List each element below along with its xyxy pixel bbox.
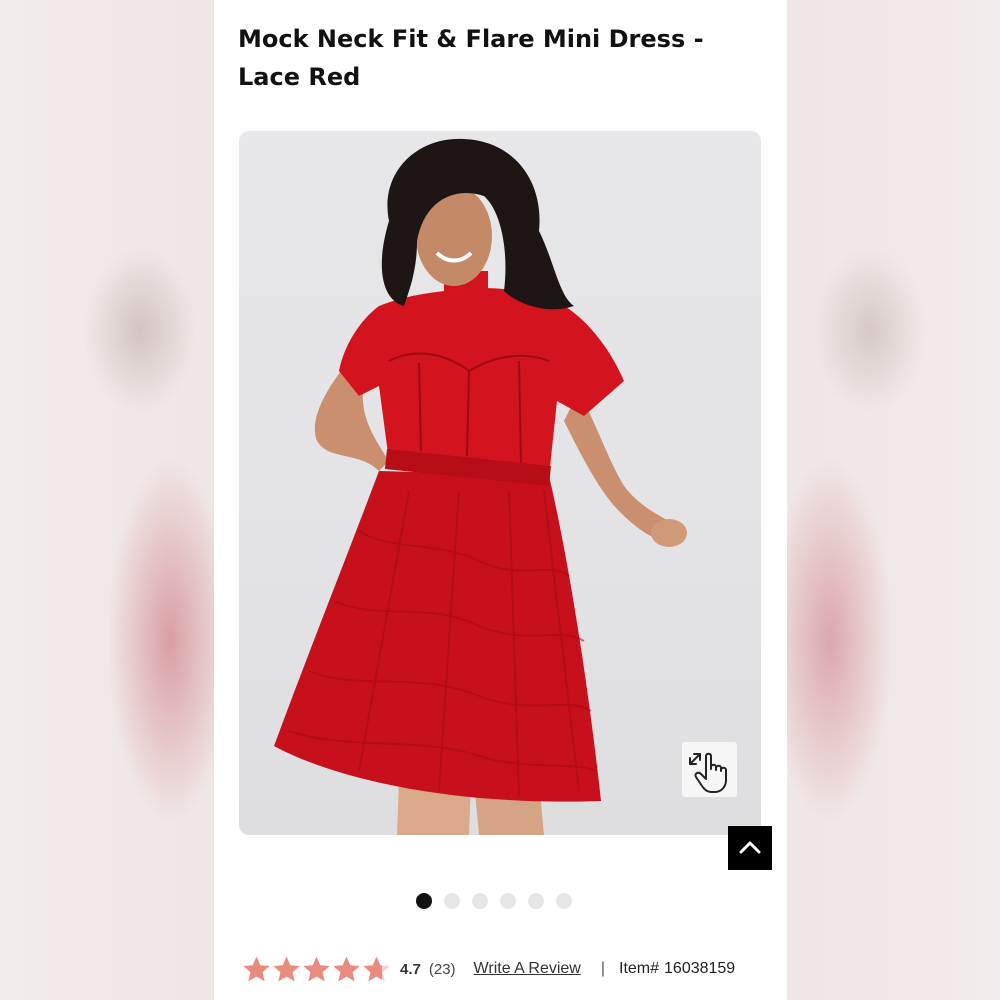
review-count[interactable]: (23) — [429, 961, 456, 978]
rating-row: 4.7 (23) Write A Review | Item# 16038159 — [242, 952, 782, 986]
tap-to-zoom-icon — [689, 752, 727, 793]
item-number: 16038159 — [664, 960, 736, 977]
rating-score: 4.7 — [400, 960, 421, 978]
carousel-dot-5[interactable] — [528, 893, 544, 909]
write-review-link[interactable]: Write A Review — [474, 960, 581, 978]
star-rating[interactable] — [242, 955, 391, 984]
separator: | — [600, 960, 605, 977]
carousel-dot-3[interactable] — [472, 893, 488, 909]
star-icon — [363, 956, 390, 981]
carousel-pagination — [416, 893, 572, 909]
product-title: Mock Neck Fit & Flare Mini Dress - Lace … — [238, 25, 704, 91]
product-panel: Mock Neck Fit & Flare Mini Dress - Lace … — [214, 0, 787, 1000]
product-image[interactable] — [239, 131, 761, 835]
item-number-label: Item# — [619, 960, 660, 977]
star-icon — [333, 956, 360, 981]
dress-photo-illustration — [274, 138, 687, 835]
back-to-top-button[interactable] — [728, 826, 772, 870]
star-icon — [273, 956, 300, 981]
star-icon — [243, 956, 270, 981]
carousel-dot-1[interactable] — [416, 893, 432, 909]
tap-to-zoom-button[interactable] — [682, 742, 737, 797]
carousel-dot-4[interactable] — [500, 893, 516, 909]
carousel-dot-6[interactable] — [556, 893, 572, 909]
carousel-dot-2[interactable] — [444, 893, 460, 909]
star-icon — [303, 956, 330, 981]
chevron-up-icon — [739, 841, 761, 854]
